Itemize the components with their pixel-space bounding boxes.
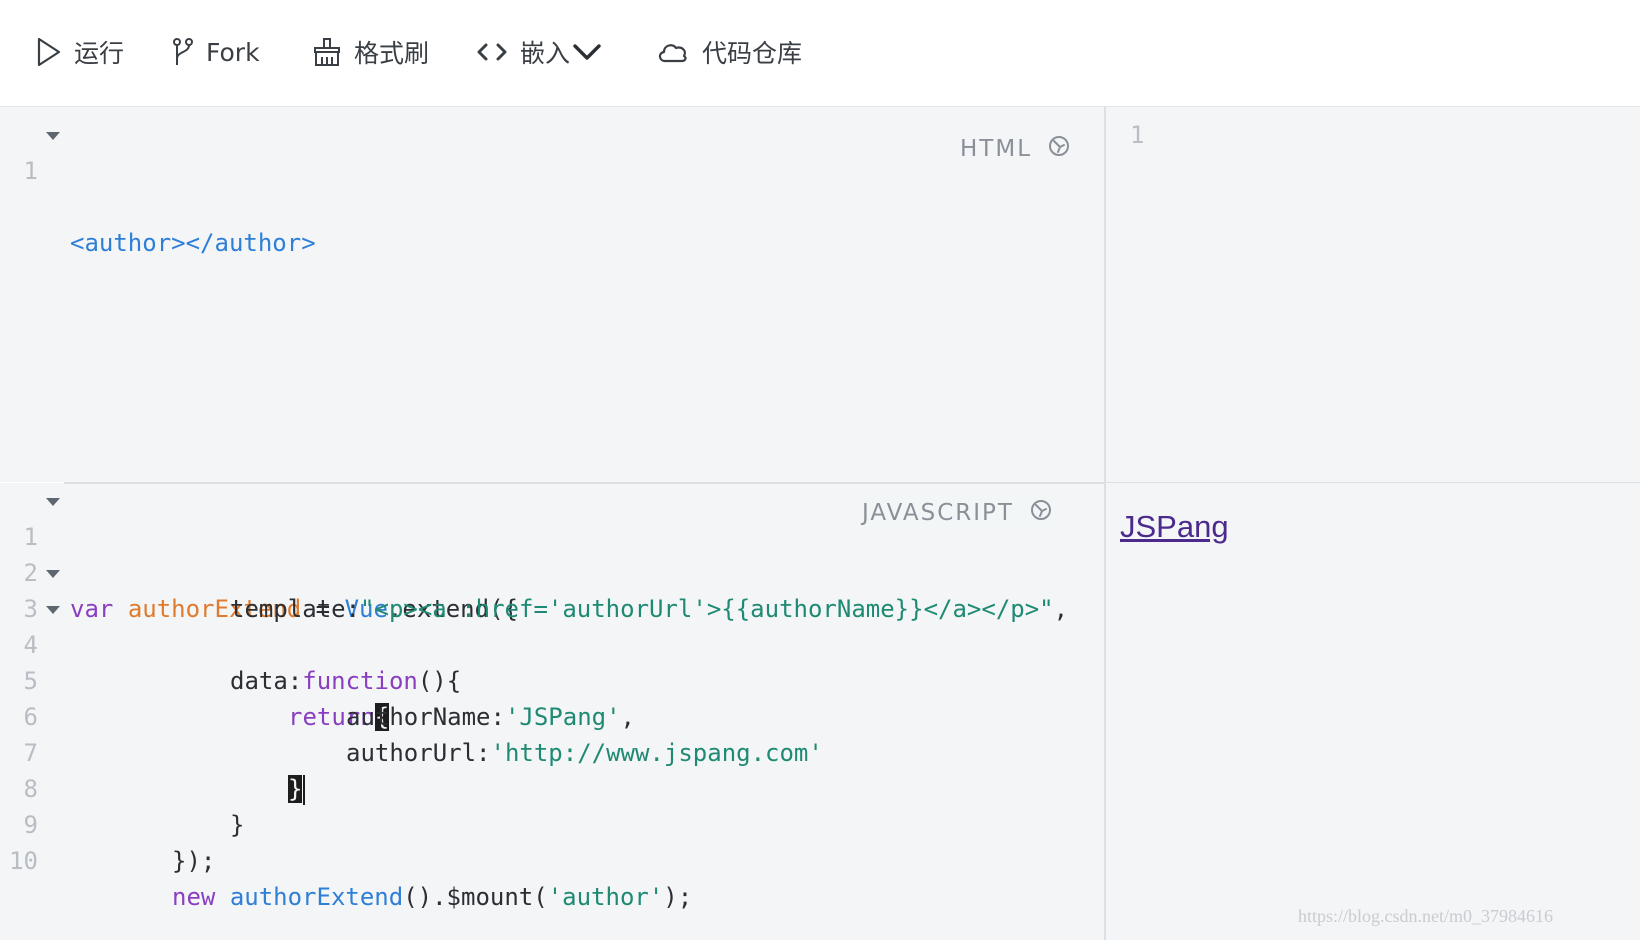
repo-button[interactable]: 代码仓库 bbox=[656, 30, 802, 74]
code-line: 9 }); bbox=[0, 771, 1104, 875]
watermark: https://blog.csdn.net/m0_37984616 bbox=[1298, 906, 1553, 926]
code-line: 7 } bbox=[0, 699, 1104, 805]
code-text: new authorExtend().$mount('author'); bbox=[172, 883, 693, 911]
preview-link[interactable]: JSPang bbox=[1120, 509, 1229, 545]
html-pane-label: HTML bbox=[960, 133, 1072, 165]
embed-button[interactable]: 嵌入 bbox=[476, 30, 602, 74]
format-label: 格式刷 bbox=[354, 39, 430, 68]
settings-wrench-icon[interactable] bbox=[1032, 133, 1072, 165]
fold-toggle-icon[interactable] bbox=[46, 570, 60, 578]
chevron-down-icon bbox=[572, 37, 602, 67]
line-number: 1 bbox=[23, 157, 38, 185]
code-line: 10 new authorExtend().$mount('author'); bbox=[0, 807, 1104, 911]
fold-toggle-icon[interactable] bbox=[46, 606, 60, 614]
html-editor[interactable]: 1 <author></author> HTML bbox=[0, 107, 1104, 482]
toolbar: 运行 Fork 格式刷 嵌入 代码仓库 bbox=[0, 0, 1640, 107]
brush-icon bbox=[312, 37, 342, 67]
code-text: <author></author> bbox=[70, 229, 316, 257]
line-number: 10 bbox=[9, 847, 38, 875]
code-line: 3 data:function(){ bbox=[0, 555, 1104, 695]
fold-toggle-icon[interactable] bbox=[46, 498, 60, 506]
run-button[interactable]: 运行 bbox=[36, 30, 124, 74]
javascript-editor[interactable]: 1 var authorExtend = Vue.extend({ 2 temp… bbox=[0, 483, 1104, 940]
settings-wrench-icon[interactable] bbox=[1014, 497, 1054, 529]
fork-icon bbox=[172, 37, 194, 67]
code-line: 1 <author></author> bbox=[0, 117, 1104, 257]
result-preview: JSPang bbox=[1106, 483, 1640, 940]
run-label: 运行 bbox=[74, 39, 125, 68]
embed-label: 嵌入 bbox=[520, 39, 571, 68]
code-line: 5 authorName:'JSPang', bbox=[0, 627, 1104, 731]
javascript-code[interactable]: 1 var authorExtend = Vue.extend({ 2 temp… bbox=[0, 483, 1104, 911]
fold-toggle-icon[interactable] bbox=[46, 132, 60, 140]
fork-label: Fork bbox=[206, 37, 260, 67]
code-brackets-icon bbox=[476, 37, 508, 67]
cloud-icon bbox=[656, 37, 690, 67]
line-number: 1 bbox=[1130, 121, 1145, 149]
javascript-pane-label: JAVASCRIPT bbox=[862, 497, 1054, 529]
language-label: HTML bbox=[960, 136, 1033, 162]
repo-label: 代码仓库 bbox=[702, 39, 803, 68]
code-line: 4 return{ bbox=[0, 591, 1104, 731]
code-line: 8 } bbox=[0, 735, 1104, 839]
css-editor[interactable]: 1 bbox=[1106, 107, 1640, 482]
code-text: }); bbox=[172, 847, 216, 875]
play-icon bbox=[36, 37, 62, 67]
language-label: JAVASCRIPT bbox=[862, 500, 1014, 526]
html-code[interactable]: 1 <author></author> bbox=[0, 117, 1104, 257]
fork-button[interactable]: Fork bbox=[172, 30, 260, 74]
format-button[interactable]: 格式刷 bbox=[312, 30, 429, 74]
code-line: 6 authorUrl:'http://www.jspang.com' bbox=[0, 663, 1104, 767]
